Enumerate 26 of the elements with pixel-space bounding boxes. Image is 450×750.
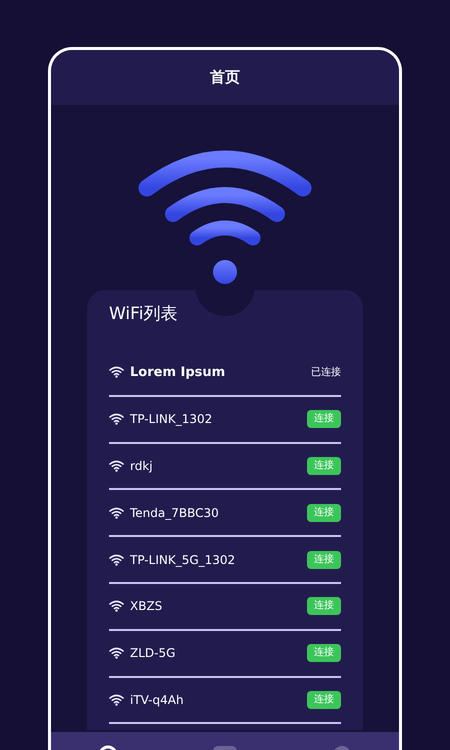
network-name: iTV-q4Ah [130, 692, 185, 709]
connect-button[interactable]: 连接 [307, 410, 341, 428]
connect-button[interactable]: 连接 [307, 690, 341, 709]
connect-button[interactable]: 连接 [307, 644, 341, 662]
connect-button[interactable]: 连接 [307, 456, 341, 475]
network-name: TP-LINK_5G_1302 [130, 552, 236, 569]
network-name: XBZS [130, 598, 164, 616]
connect-button[interactable]: 连接 [307, 597, 341, 616]
network-name: ZLD-5G [130, 645, 176, 662]
network-name: rdkj [130, 458, 154, 475]
wifi-icon [109, 694, 124, 706]
wifi-icon [109, 600, 124, 612]
connected-status: 已连接 [311, 366, 341, 380]
network-name: Lorem Ipsum [130, 364, 226, 382]
list-title: WiFi列表 [109, 304, 178, 324]
wifi-icon [109, 647, 124, 660]
connect-button[interactable]: 连接 [307, 504, 341, 522]
wifi-icon [109, 460, 124, 472]
wifi-icon [109, 366, 124, 378]
network-name: TP-LINK_1302 [130, 411, 214, 428]
wifi-icon [109, 506, 124, 519]
wifi-icon [109, 413, 124, 426]
connect-button[interactable]: 连接 [307, 550, 341, 569]
network-name: Tenda_7BBC30 [130, 504, 220, 522]
wifi-icon [109, 554, 124, 566]
page-title: 首页 [210, 67, 240, 88]
